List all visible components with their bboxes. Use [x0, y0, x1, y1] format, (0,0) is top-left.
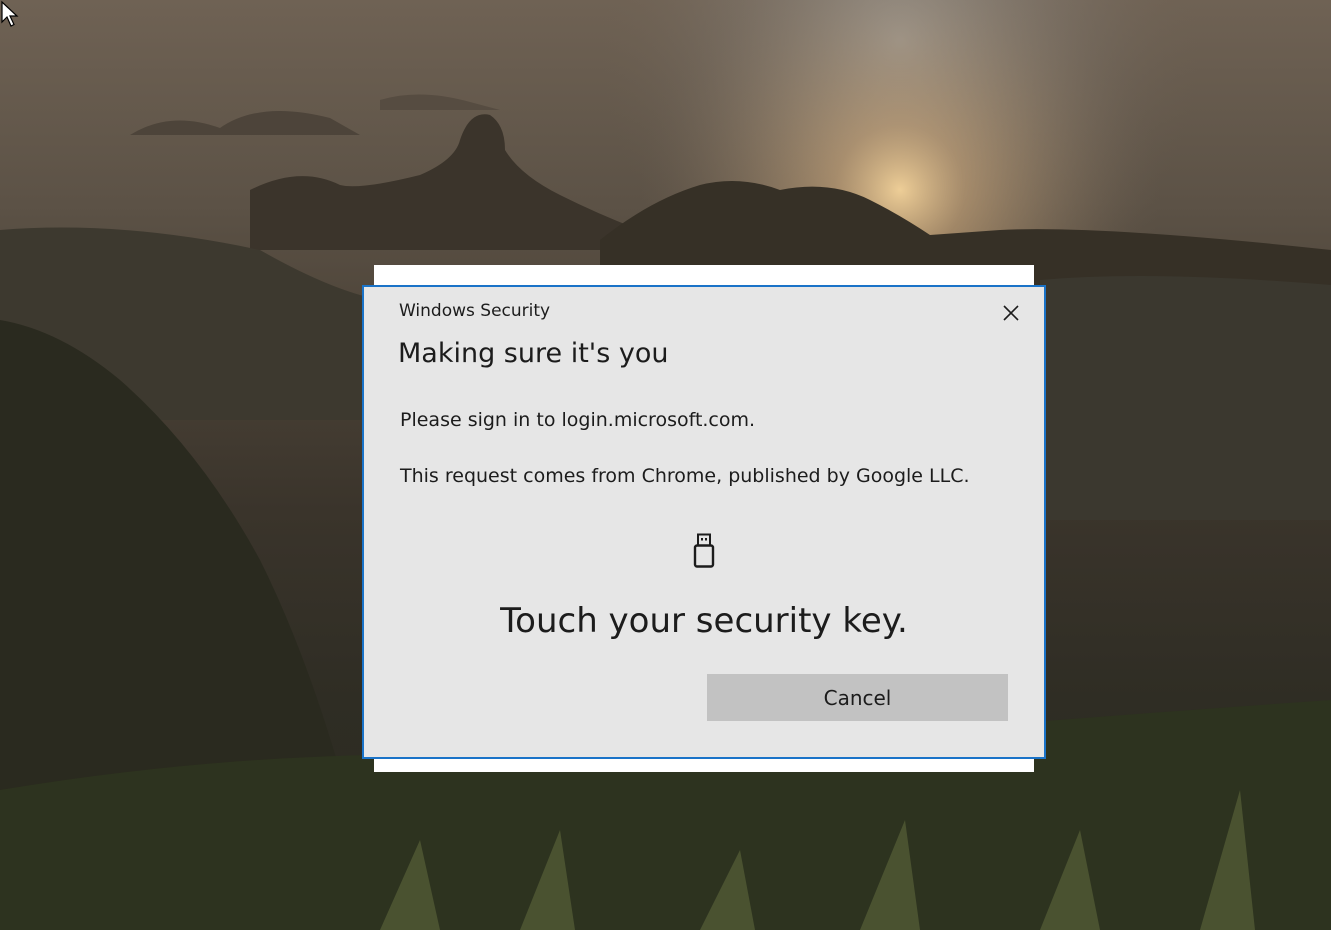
- close-button[interactable]: [996, 299, 1026, 327]
- security-dialog: Windows Security Making sure it's you Pl…: [362, 285, 1046, 759]
- dialog-heading: Making sure it's you: [398, 338, 669, 369]
- signin-message: Please sign in to login.microsoft.com.: [400, 409, 756, 431]
- cancel-button[interactable]: Cancel: [707, 674, 1008, 721]
- usb-security-key-icon: [693, 533, 715, 568]
- mouse-cursor-icon: [1, 0, 19, 27]
- close-icon: [1003, 305, 1019, 321]
- window-title: Windows Security: [399, 301, 551, 321]
- origin-message: This request comes from Chrome, publishe…: [400, 465, 970, 487]
- touch-key-prompt: Touch your security key.: [500, 601, 908, 641]
